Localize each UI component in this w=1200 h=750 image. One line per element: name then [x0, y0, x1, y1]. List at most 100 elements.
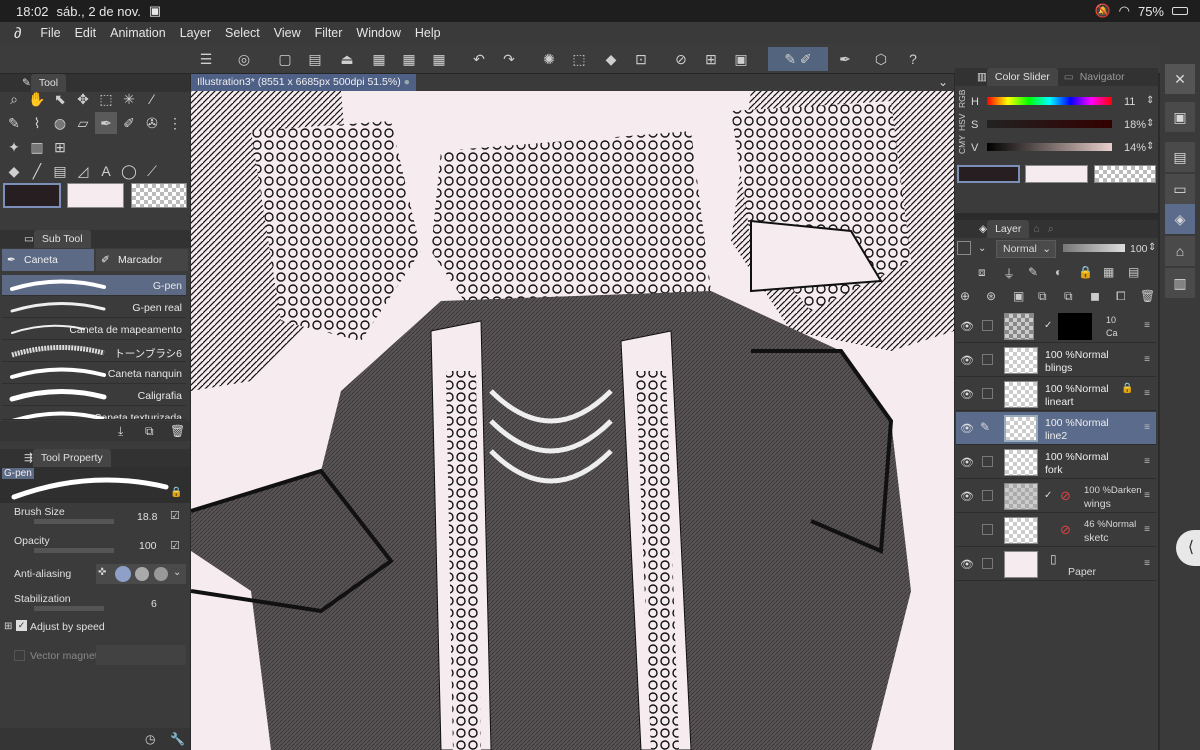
zoom-icon[interactable]: ⌕ [3, 88, 25, 110]
brush-size-value[interactable]: 18.8 [137, 511, 157, 523]
layer-select-checkbox[interactable] [982, 320, 993, 331]
clear-icon[interactable]: ⊘ [668, 47, 694, 71]
layer-opacity-slider[interactable] [1063, 244, 1125, 252]
menu-window[interactable]: Window [349, 26, 407, 40]
layer-menu-icon[interactable]: ≡ [1144, 422, 1150, 433]
layer-row-fork[interactable]: 👁 100 %Normal fork ≡ [956, 446, 1156, 479]
gradient-icon[interactable]: ▥ [26, 136, 48, 158]
eraser-icon[interactable]: ▱ [72, 112, 94, 134]
close-tab-icon[interactable]: ● [404, 76, 410, 88]
companion-icon[interactable]: ◎ [231, 47, 257, 71]
eyedropper-icon[interactable]: ⁄ [141, 88, 163, 110]
eye-icon[interactable]: 👁 [960, 456, 974, 469]
sub-color-chip[interactable] [67, 183, 124, 208]
layer-color-icon[interactable]: ▤ [1128, 265, 1139, 279]
fill-bucket-icon[interactable]: ◆ [3, 160, 25, 182]
save-icon[interactable]: ⏏ [334, 47, 360, 71]
v-value[interactable]: 14% [1124, 142, 1146, 154]
layer-menu-icon[interactable]: ≡ [1144, 490, 1150, 501]
layer-menu-icon[interactable]: ≡ [1144, 524, 1150, 535]
layer-select-checkbox[interactable] [982, 558, 993, 569]
line-icon[interactable]: ╱ [26, 160, 48, 182]
ruler-pen-icon[interactable]: ✒ [832, 47, 858, 71]
hue-slider[interactable] [987, 97, 1112, 105]
layer-menu-icon[interactable]: ≡ [1144, 558, 1150, 569]
import-icon[interactable]: ⤓ [118, 424, 123, 439]
menu-layer[interactable]: Layer [173, 26, 218, 40]
eye-icon[interactable]: 👁 [960, 320, 974, 333]
sparkle-icon[interactable]: ✦ [3, 136, 25, 158]
layer-row-top[interactable]: 👁 ✓ 10 Ca ≡ [956, 310, 1156, 343]
layer-search-icon[interactable]: ⌕ [1048, 223, 1054, 236]
dock-layers-icon[interactable]: ◈ [1165, 204, 1195, 234]
brush-caneta-texturizada[interactable]: Caneta texturizada [2, 407, 186, 420]
layer-select-checkbox[interactable] [982, 354, 993, 365]
brush-size-toggle-icon[interactable]: ☑ [170, 509, 180, 522]
balloon-icon[interactable]: ◯ [118, 160, 140, 182]
redo-icon[interactable]: ↷ [496, 47, 522, 71]
tab-navigator[interactable]: Navigator [1074, 71, 1131, 83]
layer-row-wings[interactable]: 👁 ✓ ⊘ 100 %Darken wings ≡ [956, 480, 1156, 513]
new-file-icon[interactable]: ▢ [272, 47, 298, 71]
menu-help[interactable]: Help [408, 26, 448, 40]
dock-animation-icon[interactable]: ▥ [1165, 268, 1195, 298]
chevron-down-icon[interactable]: ⌄ [173, 567, 181, 578]
layer-color-box[interactable] [957, 241, 971, 255]
brush-g-pen-real[interactable]: G-pen real [2, 297, 186, 318]
side-expand-button[interactable]: ⟨ [1176, 530, 1200, 566]
right-main-color-chip[interactable] [957, 165, 1020, 183]
airbrush-icon[interactable]: ✇ [141, 112, 163, 134]
tab-caneta[interactable]: ✒ Caneta [2, 249, 94, 271]
sub-tool-title[interactable]: Sub Tool [33, 230, 91, 248]
undo-icon[interactable]: ↶ [466, 47, 492, 71]
app-logo-icon[interactable]: ∂ [0, 25, 33, 42]
blend-mode-select[interactable]: Normal ⌄ [996, 240, 1056, 258]
layer-panel-title[interactable]: Layer [987, 220, 1030, 238]
chevron-down-icon[interactable]: ⌄ [938, 75, 948, 89]
stabilization-value[interactable]: 6 [151, 598, 157, 610]
menu-animation[interactable]: Animation [103, 26, 173, 40]
layer-select-checkbox[interactable] [982, 456, 993, 467]
saturation-slider[interactable] [987, 120, 1112, 128]
menu-edit[interactable]: Edit [68, 26, 104, 40]
new-raster-layer-icon[interactable]: ⊕ [960, 289, 970, 303]
menu-select[interactable]: Select [218, 26, 267, 40]
help-icon[interactable]: ? [900, 47, 926, 71]
palette-icon[interactable]: ◐ [1055, 265, 1062, 279]
combine-down-icon[interactable]: ⧉ [1064, 289, 1073, 304]
lock-icon[interactable]: 🔒 [1121, 383, 1133, 394]
grid-icon[interactable]: ⊞ [49, 136, 71, 158]
pen-icon[interactable]: ✒ [95, 112, 117, 134]
operation-icon[interactable]: ⬉ [49, 88, 71, 110]
blend-icon[interactable]: ◍ [49, 112, 71, 134]
transform-icon[interactable]: ⊡ [628, 47, 654, 71]
aa-strong-icon[interactable] [154, 567, 168, 581]
s-value[interactable]: 18% [1124, 119, 1146, 131]
trash-icon[interactable]: 🗑 [170, 424, 185, 438]
pencil-icon[interactable]: ✎ [3, 112, 25, 134]
new-folder-icon[interactable]: ▣ [1013, 289, 1024, 303]
reset-icon[interactable]: ◷ [145, 732, 155, 746]
right-sub-color-chip[interactable] [1025, 165, 1088, 183]
h-stepper-icon[interactable]: ⇕ [1146, 95, 1154, 106]
crop-icon[interactable]: ▣ [728, 47, 754, 71]
selection-icon[interactable]: ⬚ [95, 88, 117, 110]
opacity-slider[interactable] [34, 548, 114, 553]
mask-outside-icon[interactable]: ⧠ [1116, 289, 1126, 304]
right-transparent-chip[interactable] [1094, 165, 1156, 183]
aa-medium-icon[interactable] [135, 567, 149, 581]
menu-file[interactable]: File [33, 26, 67, 40]
eye-icon[interactable]: 👁 [960, 354, 974, 367]
export-psd-icon[interactable]: ▦ [426, 47, 452, 71]
layer-menu-icon[interactable]: ≡ [1144, 388, 1150, 399]
tab-color-slider[interactable]: Color Slider [986, 68, 1058, 86]
text-icon[interactable]: A [95, 160, 117, 182]
layer-row-line2[interactable]: 👁 ✎ 100 %Normal line2 ≡ [956, 412, 1156, 445]
duplicate-icon[interactable]: ⧉ [145, 424, 154, 439]
lock-transparency-icon[interactable]: 🔒 [1078, 265, 1093, 279]
brush-caligrafia[interactable]: Caligrafia [2, 385, 186, 406]
stabilization-slider[interactable] [34, 606, 104, 611]
layer-row-lineart[interactable]: 👁 100 %Normal lineart 🔒 ≡ [956, 378, 1156, 411]
close-panel-icon[interactable]: ✕ [1165, 64, 1195, 94]
transparent-color-chip[interactable] [131, 183, 187, 208]
